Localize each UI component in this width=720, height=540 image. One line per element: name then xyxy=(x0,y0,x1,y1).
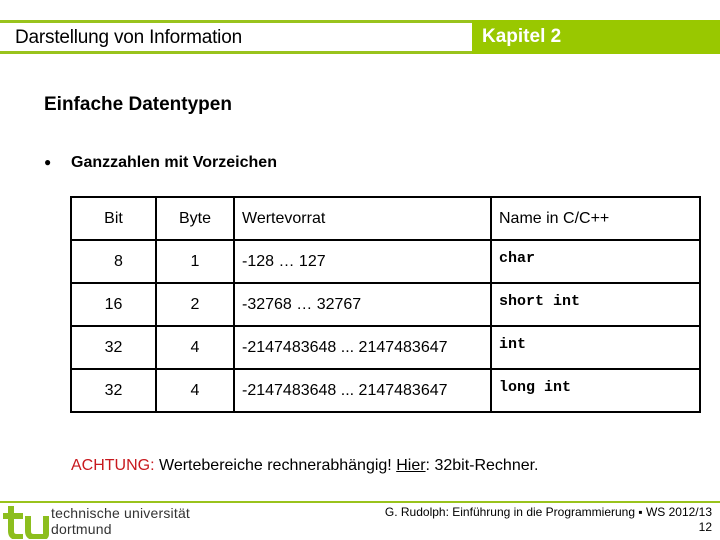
chapter-badge: Kapitel 2 xyxy=(472,20,720,54)
warning-rest: : 32bit-Rechner. xyxy=(425,457,539,474)
cell-type-name: long int xyxy=(490,368,701,413)
chapter-label: Kapitel 2 xyxy=(482,26,562,47)
integer-types-table: Bit Byte Wertevorrat Name in C/C++ 8 1 -… xyxy=(70,196,701,413)
cell-byte: 4 xyxy=(155,325,235,370)
university-line-2: dortmund xyxy=(51,521,112,537)
cell-type-name: short int xyxy=(490,282,701,327)
cell-bit: 16 xyxy=(70,282,157,327)
page-number: 12 xyxy=(698,520,712,534)
table-row: 32 4 -2147483648 ... 2147483647 long int xyxy=(70,368,701,413)
header-cell-name: Name in C/C++ xyxy=(490,196,701,241)
university-name: technische universität dortmund xyxy=(51,505,190,537)
cell-range: -32768 … 32767 xyxy=(233,282,492,327)
cell-bit: 32 xyxy=(70,368,157,413)
slide-header-title: Darstellung von Information xyxy=(15,27,242,48)
cell-range: -2147483648 ... 2147483647 xyxy=(233,325,492,370)
tu-logo-icon xyxy=(3,506,49,539)
table-row: 32 4 -2147483648 ... 2147483647 int xyxy=(70,325,701,370)
cell-byte: 1 xyxy=(155,239,235,284)
footer-credit: G. Rudolph: Einführung in die Programmie… xyxy=(385,505,712,535)
warning-hier: Hier xyxy=(396,457,426,474)
table-header-row: Bit Byte Wertevorrat Name in C/C++ xyxy=(70,196,701,241)
cell-byte: 2 xyxy=(155,282,235,327)
header-cell-range: Wertevorrat xyxy=(233,196,492,241)
bullet-text: Ganzzahlen mit Vorzeichen xyxy=(71,154,277,171)
table-row: 8 1 -128 … 127 char xyxy=(70,239,701,284)
bullet-dot-icon: ● xyxy=(44,155,52,169)
cell-bit: 32 xyxy=(70,325,157,370)
section-title: Einfache Datentypen xyxy=(44,94,232,115)
bullet-item: ● Ganzzahlen mit Vorzeichen xyxy=(44,151,277,174)
table-row: 16 2 -32768 … 32767 short int xyxy=(70,282,701,327)
warning-label: ACHTUNG xyxy=(71,457,151,474)
warning-text: Wertebereiche rechnerabhängig! xyxy=(154,457,397,474)
cell-type-name: char xyxy=(490,239,701,284)
course-credit: G. Rudolph: Einführung in die Programmie… xyxy=(384,505,712,519)
warning-note: ACHTUNG: Wertebereiche rechnerabhängig! … xyxy=(71,456,539,476)
university-line-1: technische universität xyxy=(51,505,191,521)
cell-bit: 8 xyxy=(70,239,157,284)
footer-rule xyxy=(0,501,720,503)
header-cell-byte: Byte xyxy=(155,196,235,241)
header-cell-bit: Bit xyxy=(70,196,157,241)
cell-type-name: int xyxy=(490,325,701,370)
cell-byte: 4 xyxy=(155,368,235,413)
cell-range: -128 … 127 xyxy=(233,239,492,284)
cell-range: -2147483648 ... 2147483647 xyxy=(233,368,492,413)
